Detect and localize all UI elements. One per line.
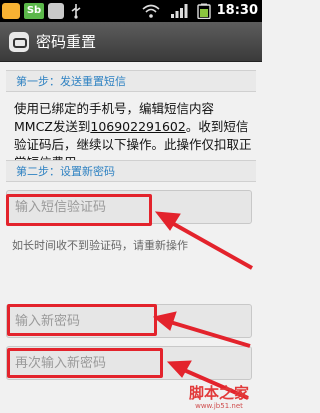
arrow-head <box>152 311 177 331</box>
arrow-head <box>166 360 192 378</box>
watermark-logo: 脚本之家 www.jb51.net <box>178 384 260 411</box>
watermark-sub: www.jb51.net <box>195 402 243 410</box>
arrow-line <box>169 320 251 348</box>
watermark-main: 脚本之家 <box>188 384 249 402</box>
annotation-arrows <box>152 211 253 400</box>
arrow-line <box>171 221 253 270</box>
